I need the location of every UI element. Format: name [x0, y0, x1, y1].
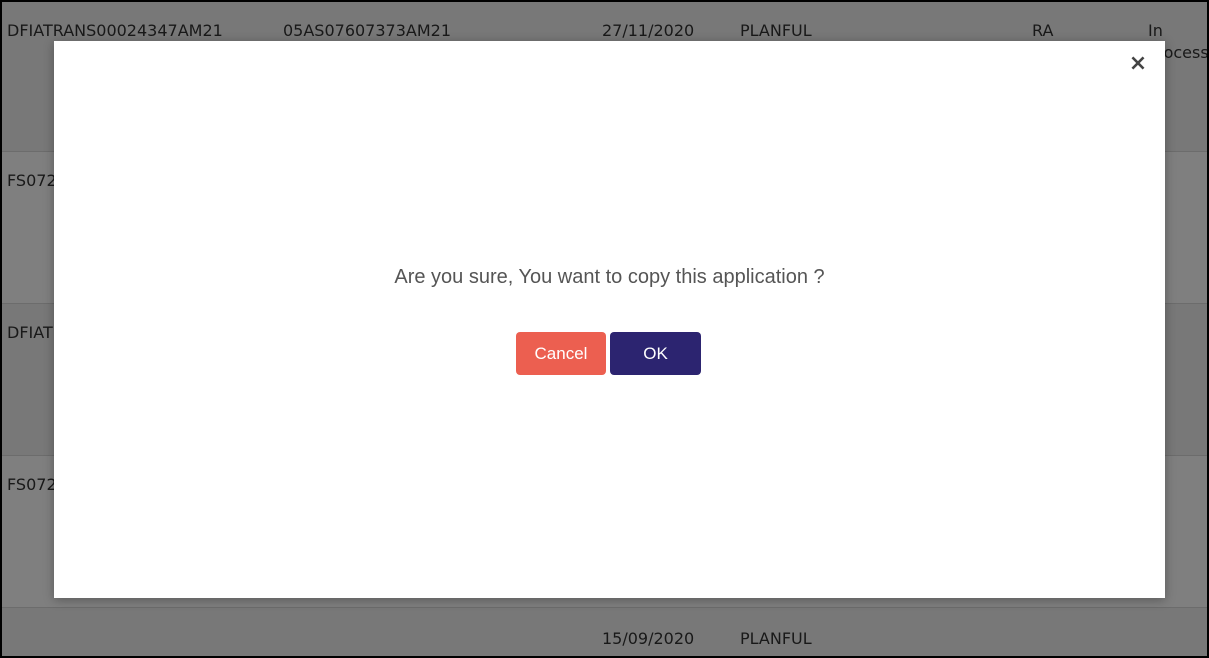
dialog-actions: Cancel OK [516, 332, 701, 375]
copy-confirmation-dialog: × Are you sure, You want to copy this ap… [54, 41, 1165, 598]
cancel-button[interactable]: Cancel [516, 332, 606, 375]
app-frame: DFIATRANS00024347AM21 05AS07607373AM21 2… [0, 0, 1209, 658]
ok-button[interactable]: OK [610, 332, 701, 375]
close-icon[interactable]: × [1127, 53, 1149, 75]
confirmation-message: Are you sure, You want to copy this appl… [394, 266, 825, 288]
